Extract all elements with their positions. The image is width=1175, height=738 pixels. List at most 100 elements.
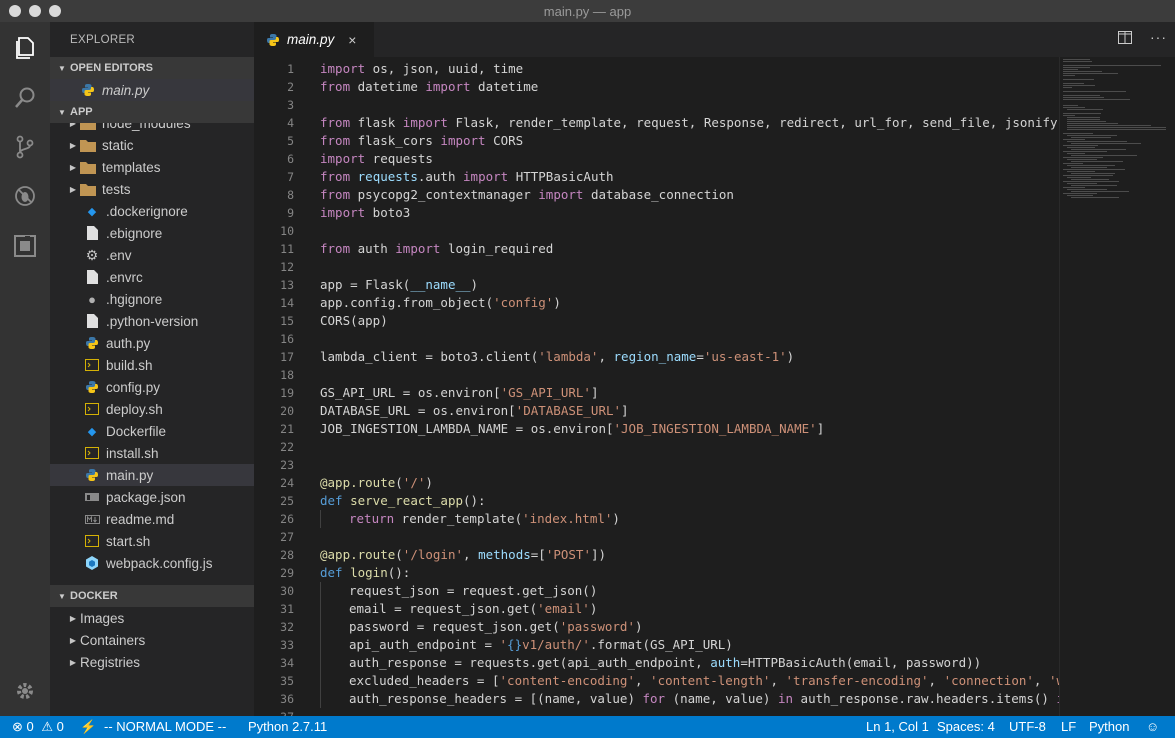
tree-file-dockerfile[interactable]: ◆ Dockerfile — [50, 420, 254, 442]
line-number: 14 — [280, 296, 294, 310]
code-line[interactable]: 17 lambda_client = boto3.client('lambda',… — [254, 348, 1059, 366]
tree-file-package-json[interactable]: package.json — [50, 486, 254, 508]
smiley-feedback-icon[interactable]: ☺ — [1146, 719, 1159, 734]
code-line[interactable]: 24 @app.route('/') — [254, 474, 1059, 492]
encoding[interactable]: UTF-8 — [1009, 719, 1046, 734]
tree-file-ebignore[interactable]: .ebignore — [50, 222, 254, 244]
code-token: excluded_headers = [ — [349, 673, 500, 688]
cursor-position[interactable]: Ln 1, Col 1 — [866, 719, 929, 734]
tree-file-install-sh[interactable]: install.sh — [50, 442, 254, 464]
tree-file-deploy-sh[interactable]: deploy.sh — [50, 398, 254, 420]
code-line[interactable]: 25 def serve_react_app(): — [254, 492, 1059, 510]
tree-file-dockerignore[interactable]: ◆ .dockerignore — [50, 200, 254, 222]
code-line[interactable]: 18 — [254, 366, 1059, 384]
code-line[interactable]: 13 app = Flask(__name__) — [254, 276, 1059, 294]
code-line[interactable]: 21 JOB_INGESTION_LAMBDA_NAME = os.environ… — [254, 420, 1059, 438]
close-window-button[interactable] — [9, 5, 21, 17]
code-line[interactable]: 2 from datetime import datetime — [254, 78, 1059, 96]
tree-folder-tests[interactable]: ▶ tests — [50, 178, 254, 200]
docker-containers-node[interactable]: ▶ Containers — [50, 629, 254, 651]
lightning-icon[interactable]: ⚡ — [80, 719, 96, 735]
tree-file-webpack-config[interactable]: webpack.config.js — [50, 552, 254, 574]
code-line[interactable]: 32 password = request_json.get('password'… — [254, 618, 1059, 636]
open-editors-header[interactable]: ▼ OPEN EDITORS — [50, 57, 254, 79]
tree-file-readme-md[interactable]: readme.md — [50, 508, 254, 530]
line-ending[interactable]: LF — [1061, 719, 1076, 734]
code-token: auth — [710, 655, 741, 670]
code-token: region_name — [613, 349, 697, 364]
code-line[interactable]: 14 app.config.from_object('config') — [254, 294, 1059, 312]
code-line[interactable]: 22 — [254, 438, 1059, 456]
code-line[interactable]: 9 import boto3 — [254, 204, 1059, 222]
code-line[interactable]: 6 import requests — [254, 150, 1059, 168]
code-line[interactable]: 10 — [254, 222, 1059, 240]
problems-indicator[interactable]: ⊗ 0 ⚠ 0 — [12, 719, 64, 735]
code-line[interactable]: 5 from flask_cors import CORS — [254, 132, 1059, 150]
code-editor[interactable]: 1 import os, json, uuid, time 2 from dateti… — [254, 57, 1059, 716]
tree-folder-templates[interactable]: ▶ templates — [50, 156, 254, 178]
debug-icon[interactable] — [11, 182, 39, 210]
tree-file-build-sh[interactable]: build.sh — [50, 354, 254, 376]
more-actions-icon[interactable]: ··· — [1150, 30, 1167, 47]
indentation[interactable]: Spaces: 4 — [937, 719, 995, 734]
tree-folder-node-modules[interactable]: ▶ node_modules — [50, 123, 254, 134]
indent-guide — [320, 600, 321, 618]
folder-icon — [80, 137, 96, 153]
close-icon[interactable]: × — [348, 32, 356, 48]
code-line[interactable]: 15 CORS(app) — [254, 312, 1059, 330]
code-line[interactable]: 37 — [254, 708, 1059, 716]
line-number: 22 — [280, 440, 294, 454]
tree-file-envrc[interactable]: .envrc — [50, 266, 254, 288]
explorer-icon[interactable] — [11, 34, 39, 62]
code-line[interactable]: 20 DATABASE_URL = os.environ['DATABASE_UR… — [254, 402, 1059, 420]
chevron-down-icon: ▼ — [58, 591, 66, 601]
tree-file-env[interactable]: ⚙ .env — [50, 244, 254, 266]
tab-main-py[interactable]: main.py × — [254, 22, 374, 57]
tree-file-auth-py[interactable]: auth.py — [50, 332, 254, 354]
code-line[interactable]: 36 auth_response_headers = [(name, value)… — [254, 690, 1059, 708]
tree-file-start-sh[interactable]: start.sh — [50, 530, 254, 552]
python-interpreter[interactable]: Python 2.7.11 — [248, 719, 327, 734]
docker-registries-node[interactable]: ▶ Registries — [50, 651, 254, 673]
code-line[interactable]: 4 from flask import Flask, render_templat… — [254, 114, 1059, 132]
extensions-icon[interactable] — [11, 232, 39, 260]
maximize-window-button[interactable] — [49, 5, 61, 17]
docker-header[interactable]: ▼ DOCKER — [50, 585, 254, 607]
code-line[interactable]: 7 from requests.auth import HTTPBasicAuth — [254, 168, 1059, 186]
line-text: def login(): — [320, 564, 410, 582]
code-line[interactable]: 3 — [254, 96, 1059, 114]
code-line[interactable]: 33 api_auth_endpoint = '{}v1/auth/'.forma… — [254, 636, 1059, 654]
code-line[interactable]: 23 — [254, 456, 1059, 474]
code-line[interactable]: 29 def login(): — [254, 564, 1059, 582]
code-line[interactable]: 34 auth_response = requests.get(api_auth_… — [254, 654, 1059, 672]
code-line[interactable]: 16 — [254, 330, 1059, 348]
code-line[interactable]: 27 — [254, 528, 1059, 546]
tree-file-main-py[interactable]: main.py — [50, 464, 254, 486]
code-line[interactable]: 11 from auth import login_required — [254, 240, 1059, 258]
settings-gear-icon[interactable] — [11, 677, 39, 705]
search-icon[interactable] — [11, 84, 39, 112]
minimap[interactable] — [1059, 57, 1175, 716]
app-folder-header[interactable]: ▼ APP — [50, 101, 254, 123]
split-editor-icon[interactable] — [1118, 31, 1132, 47]
tree-folder-static[interactable]: ▶ static — [50, 134, 254, 156]
code-line[interactable]: 12 — [254, 258, 1059, 276]
code-line[interactable]: 28 @app.route('/login', methods=['POST']) — [254, 546, 1059, 564]
open-editor-item[interactable]: main.py — [50, 79, 254, 101]
tree-file-hgignore[interactable]: ● .hgignore — [50, 288, 254, 310]
code-line[interactable]: 26 return render_template('index.html') — [254, 510, 1059, 528]
minimize-window-button[interactable] — [29, 5, 41, 17]
source-control-icon[interactable] — [11, 133, 39, 161]
code-line[interactable]: 8 from psycopg2_contextmanager import dat… — [254, 186, 1059, 204]
tree-file-python-version[interactable]: .python-version — [50, 310, 254, 332]
code-line[interactable]: 35 excluded_headers = ['content-encoding'… — [254, 672, 1059, 690]
tree-file-config-py[interactable]: config.py — [50, 376, 254, 398]
tree-label: Registries — [80, 654, 141, 670]
code-line[interactable]: 30 request_json = request.get_json() — [254, 582, 1059, 600]
code-line[interactable]: 1 import os, json, uuid, time — [254, 60, 1059, 78]
docker-images-node[interactable]: ▶ Images — [50, 607, 254, 629]
code-line[interactable]: 19 GS_API_URL = os.environ['GS_API_URL'] — [254, 384, 1059, 402]
code-line[interactable]: 31 email = request_json.get('email') — [254, 600, 1059, 618]
language-mode[interactable]: Python — [1089, 719, 1129, 734]
code-token: from — [320, 133, 351, 148]
